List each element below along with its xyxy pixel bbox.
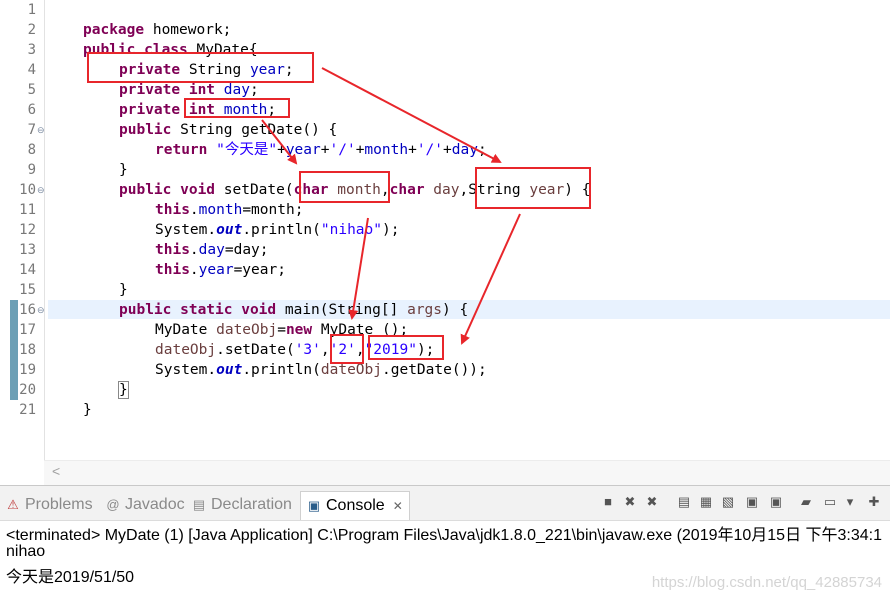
code-line: public void setDate(char month,char day,…	[119, 182, 591, 198]
line-number: 9	[27, 162, 36, 178]
fold-toggle-icon[interactable]: ⊖	[37, 180, 45, 200]
line-number: 7	[27, 122, 36, 138]
tab-label: Console	[326, 497, 385, 514]
code-line: package homework;	[83, 22, 232, 38]
code-line: System.out.println(dateObj.getDate());	[155, 362, 487, 378]
code-area[interactable]: package homework; public class MyDate{ p…	[48, 0, 890, 460]
console-line: nihao	[6, 543, 46, 560]
line-number: 13	[19, 242, 36, 258]
watermark: https://blog.csdn.net/qq_42885734	[651, 574, 882, 591]
code-line: this.year=year;	[155, 262, 286, 278]
line-number: 20	[19, 382, 36, 398]
code-line: MyDate dateObj=new MyDate ();	[155, 322, 409, 338]
line-number: 8	[27, 142, 36, 158]
code-line: }	[83, 402, 92, 418]
close-icon[interactable]: ✕	[393, 499, 403, 513]
line-number: 6	[27, 102, 36, 118]
line-number: 14	[19, 262, 36, 278]
scroll-left-icon[interactable]: <	[52, 463, 60, 479]
code-line: }	[119, 162, 128, 178]
chevron-down-icon[interactable]: ▾	[842, 494, 858, 510]
code-line: return "今天是"+year+'/'+month+'/'+day;	[155, 142, 487, 158]
console-line: 今天是2019/51/50	[6, 569, 135, 586]
code-line: public static void main(String[] args) {	[119, 302, 469, 318]
code-line: }	[119, 282, 128, 298]
tab-label: Problems	[25, 496, 93, 513]
display-console-icon[interactable]: ▭	[822, 494, 838, 510]
word-wrap-icon[interactable]: ▧	[720, 494, 736, 510]
scroll-lock-icon[interactable]: ▦	[698, 494, 714, 510]
problems-icon: ⚠	[7, 497, 19, 512]
bottom-panel-tabbar: ⚠ Problems @ Javadoc ▤ Declaration ▣ Console…	[0, 486, 890, 521]
tab-label: Javadoc	[125, 496, 185, 513]
code-line: dateObj.setDate('3','2',"2019");	[155, 342, 435, 358]
console-header: <terminated> MyDate (1) [Java Applicatio…	[6, 527, 883, 544]
terminate-icon[interactable]: ■	[600, 494, 616, 510]
code-line: }	[118, 381, 129, 399]
tab-label: Declaration	[211, 496, 292, 513]
line-number: 3	[27, 42, 36, 58]
code-line: System.out.println("nihao");	[155, 222, 400, 238]
line-number: 17	[19, 322, 36, 338]
new-console-icon[interactable]: ✚	[866, 494, 882, 510]
line-number: 11	[19, 202, 36, 218]
remove-launch-icon[interactable]: ✖	[622, 494, 638, 510]
console-icon: ▣	[307, 498, 321, 513]
code-line: this.month=month;	[155, 202, 304, 218]
line-number: 15	[19, 282, 36, 298]
show-on-stderr-icon[interactable]: ▣	[768, 494, 784, 510]
line-number: 19	[19, 362, 36, 378]
clear-console-icon[interactable]: ▤	[676, 494, 692, 510]
tab-console[interactable]: ▣ Console ✕	[300, 491, 410, 520]
line-number-gutter: 1 2 3 4 5 6 7 8 9 10 11 12 13 14 15 16 1…	[4, 0, 45, 460]
line-number: 21	[19, 402, 36, 418]
code-line: public String getDate() {	[119, 122, 338, 138]
code-line: private int day;	[119, 82, 259, 98]
code-line: public class MyDate{	[83, 42, 258, 58]
line-number: 1	[27, 2, 36, 18]
horizontal-scrollbar[interactable]: <	[44, 460, 890, 485]
tab-declaration[interactable]: ▤ Declaration	[192, 494, 292, 516]
line-number: 18	[19, 342, 36, 358]
tab-problems[interactable]: ⚠ Problems	[6, 494, 93, 516]
code-line: private String year;	[119, 62, 294, 78]
fold-toggle-icon[interactable]: ⊖	[37, 300, 45, 320]
line-number: 4	[27, 62, 36, 78]
declaration-icon: ▤	[192, 497, 206, 512]
pin-console-icon[interactable]: ▰	[798, 494, 814, 510]
code-editor[interactable]: 1 2 3 4 5 6 7 8 9 10 11 12 13 14 15 16 1…	[0, 0, 890, 486]
tab-javadoc[interactable]: @ Javadoc	[106, 494, 185, 516]
code-line: this.day=day;	[155, 242, 269, 258]
show-on-stdout-icon[interactable]: ▣	[744, 494, 760, 510]
line-number: 16	[19, 302, 36, 318]
javadoc-icon: @	[106, 497, 120, 512]
line-number: 10	[19, 182, 36, 198]
remove-all-icon[interactable]: ✖	[644, 494, 660, 510]
line-number: 2	[27, 22, 36, 38]
code-line: private int month;	[119, 102, 277, 118]
fold-toggle-icon[interactable]: ⊖	[37, 120, 45, 140]
line-number: 12	[19, 222, 36, 238]
line-number: 5	[27, 82, 36, 98]
